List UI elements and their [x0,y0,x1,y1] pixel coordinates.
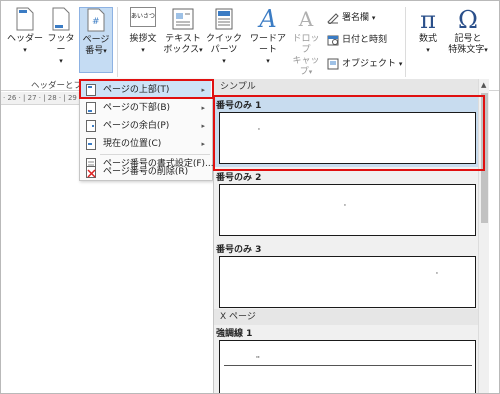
page-number-label-2: 番号 [85,46,104,56]
wordart-label: ワードアート [249,34,286,55]
page-bottom-icon [86,102,96,114]
word-window: ヘッダー ▾ フッター ▾ # ページ 番号▾ あいさつ 挨拶文 ▾ テキスト … [0,0,500,394]
remove-page-number-icon [86,166,96,178]
equation-label: 数式 [418,34,437,44]
page-preview: ' [219,256,476,308]
page-number-button[interactable]: # ページ 番号▾ [79,7,113,73]
dropcap-label-2: キャップ [292,56,320,77]
symbol-label-1: 記号と [454,34,482,44]
quickparts-label: クイック パーツ [205,34,242,55]
pi-icon: π [420,6,436,34]
dropcap-button[interactable]: A ドロップ キャップ▾ [289,7,323,77]
accent-line [224,365,472,366]
submenu-arrow-icon: ▸ [201,140,205,148]
horizontal-ruler[interactable]: · 26 · | 27 · | 28 · | 29 · [1,92,79,105]
footer-label: フッター [47,34,75,55]
object-icon [327,58,339,69]
quickparts-icon [215,8,233,30]
object-button[interactable]: オブジェクト ▾ [327,55,402,73]
chevron-down-icon: ▾ [59,57,63,65]
scroll-up-icon[interactable]: ▲ [481,81,486,89]
signature-line-button[interactable]: 署名欄 ▾ [327,9,375,27]
page-number-marker: '' [256,355,260,363]
menu-item-current-position[interactable]: 現在の位置(C) ▸ [81,135,211,153]
highlight-box-menu [79,79,214,99]
ribbon-insert: ヘッダー ▾ フッター ▾ # ページ 番号▾ あいさつ 挨拶文 ▾ テキスト … [1,1,499,91]
chevron-down-icon: ▾ [484,46,488,54]
chevron-down-icon: ▾ [426,46,430,54]
menu-item-remove-page-numbers[interactable]: ページ番号の削除(R) [81,163,211,181]
page-number-label-1: ページ [82,35,110,45]
datetime-label: 日付と時刻 [342,35,388,45]
textbox-button[interactable]: テキスト ボックス▾ [163,7,203,73]
greeting-button[interactable]: あいさつ 挨拶文 ▾ [123,7,163,73]
signature-icon [327,12,339,24]
gallery-item-plain-number-3[interactable]: 番号のみ 3 ' [214,239,479,311]
page-current-icon [86,138,96,150]
gallery-item-label: 番号のみ 3 [216,245,262,255]
chevron-down-icon: ▾ [141,46,145,54]
signature-label: 署名欄 [342,13,370,23]
chevron-down-icon: ▾ [23,46,27,54]
dropcap-label-1: ドロップ [292,34,320,55]
object-label: オブジェクト [342,59,397,69]
wordart-button[interactable]: A ワードアート ▾ [247,7,289,73]
chevron-down-icon: ▾ [398,60,403,68]
page-margin-icon [86,120,96,132]
wordart-icon: A [259,5,277,33]
svg-text:#: # [92,17,100,27]
chevron-down-icon: ▾ [103,47,107,55]
textbox-label-2: ボックス [163,45,200,55]
quickparts-button[interactable]: クイック パーツ ▾ [201,7,247,73]
datetime-button[interactable]: 日付と時刻 [327,31,387,49]
menu-item-label: 現在の位置(C) [103,139,162,149]
page-number-marker: ' [436,271,438,279]
greeting-icon: あいさつ [130,7,156,27]
footer-icon [52,7,70,31]
page-number-icon: # [87,8,105,32]
equation-button[interactable]: π 数式 ▾ [411,7,445,73]
gallery-item-accent-bar-1[interactable]: 強調線 1 '' [214,325,479,393]
symbol-button[interactable]: Ω 記号と 特殊文字▾ [447,7,489,73]
chevron-down-icon: ▾ [222,57,226,65]
greeting-label: 挨拶文 [129,34,157,44]
header-label: ヘッダー [7,34,44,44]
header-icon [16,7,34,31]
gallery-section-simple: シンプル [214,79,479,95]
textbox-icon [172,8,194,30]
gallery-item-label: 強調線 1 [216,329,253,339]
gallery-item-plain-number-2[interactable]: 番号のみ 2 ' [214,167,479,239]
submenu-arrow-icon: ▸ [201,104,205,112]
omega-icon: Ω [458,6,478,34]
submenu-arrow-icon: ▸ [201,122,205,130]
menu-item-page-margins[interactable]: ページの余白(P) ▸ [81,117,211,135]
chevron-down-icon: ▾ [266,57,270,65]
footer-button[interactable]: フッター ▾ [45,7,77,73]
textbox-label-1: テキスト [165,34,201,44]
menu-item-bottom-of-page[interactable]: ページの下部(B) ▸ [81,99,211,117]
page-preview: '' [219,340,476,393]
menu-item-label: ページの下部(B) [103,103,171,113]
chevron-down-icon: ▾ [371,14,376,22]
header-button[interactable]: ヘッダー ▾ [7,7,43,73]
highlight-box-gallery [213,95,485,171]
chevron-down-icon: ▾ [308,68,313,76]
gallery-item-label: 番号のみ 2 [216,173,262,183]
menu-item-label: ページ番号の削除(R) [103,167,189,177]
menu-item-label: ページの余白(P) [103,121,170,131]
separator [405,7,406,77]
gallery-section-x-page: X ページ [214,309,479,325]
page-preview: ' [219,184,476,236]
dropcap-icon: A [298,7,314,31]
symbol-label-2: 特殊文字 [448,45,485,55]
calendar-icon [327,35,339,45]
page-number-marker: ' [344,203,346,211]
separator [117,7,118,77]
